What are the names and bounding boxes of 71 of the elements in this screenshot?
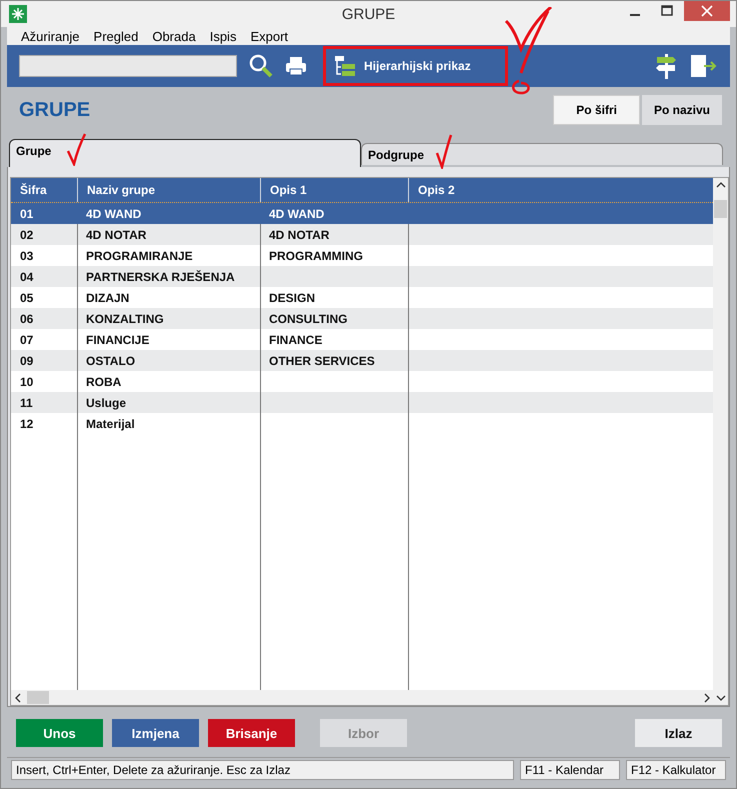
scrollbar-thumb[interactable] [27,691,49,704]
table-cell-text: 4D WAND [85,206,142,223]
action-button[interactable]: Izmjena [112,719,199,747]
table-cell-text: ROBA [85,374,122,391]
search-field[interactable] [19,54,237,77]
status-bar-field: F12 - Kalkulator [626,760,726,780]
table-cell-text: CONSULTING [268,311,348,328]
table-cell-text: 07 [19,332,34,349]
table-cell-text: 11 [19,395,34,412]
menu-item[interactable]: Ažuriranje [21,28,80,44]
column-header[interactable]: Šifra [11,178,77,202]
table-row[interactable]: 06 KONZALTING CONSULTING [11,308,713,329]
close-icon[interactable] [684,1,730,21]
table-cell-text: 01 [19,206,34,223]
page-heading: GRUPE [19,99,90,122]
table-cell-text: 03 [19,248,34,265]
signpost-icon[interactable] [654,52,678,79]
table-row[interactable]: 03 PROGRAMIRANJE PROGRAMMING [11,245,713,266]
status-bar-field: Insert, Ctrl+Enter, Delete za ažuriranje. Esc za Izlaz [11,760,514,780]
table-cell-text: FINANCE [268,332,324,349]
table-cell-text: KONZALTING [85,311,165,328]
table-row[interactable]: 07 FINANCIJE FINANCE [11,329,713,350]
check-mark-drawing [66,132,87,166]
table-row[interactable]: 04 PARTNERSKA RJEŠENJA [11,266,713,287]
tab[interactable]: Grupe [9,139,361,167]
window-title: GRUPE [342,6,396,23]
table-cell-text: DESIGN [268,290,316,307]
sort-button[interactable]: Po nazivu [642,95,722,125]
tree-icon [334,54,356,77]
table-cell-text: Usluge [85,395,128,412]
sort-button[interactable]: Po šifri [553,95,640,125]
table-cell-text: OTHER SERVICES [268,353,376,370]
table-row[interactable]: 10 ROBA [11,371,713,392]
menu-item[interactable]: Obrada [152,28,196,44]
printer-icon[interactable] [285,56,307,76]
action-button[interactable]: Izlaz [635,719,722,747]
table-cell-text: 06 [19,311,34,328]
status-bar-field: F11 - Kalendar [520,760,620,780]
table-row[interactable]: 05 DIZAJN DESIGN [11,287,713,308]
action-button[interactable]: Brisanje [208,719,295,747]
table-row[interactable]: 12 Materijal [11,413,713,434]
table-cell-text: 4D WAND [268,206,326,223]
table-cell-text: 04 [19,269,34,286]
table-cell-text: 12 [19,416,34,433]
table-cell-text: FINANCIJE [85,332,150,349]
table-cell-text: 4D NOTAR [85,227,148,244]
table-cell-text: 09 [19,353,34,370]
menu-item[interactable]: Ispis [210,28,236,44]
table-cell-text: 05 [19,290,34,307]
tab[interactable]: Podgrupe [361,143,723,165]
app-icon [9,5,27,24]
table-cell-text: DIZAJN [85,290,130,307]
table-cell-text: PARTNERSKA RJEŠENJA [85,269,236,286]
scrollbar-thumb[interactable] [714,200,727,218]
table-cell-text: 4D NOTAR [268,227,330,244]
table-cell-text: 02 [19,227,34,244]
check-mark-drawing [435,133,453,169]
action-button[interactable]: Unos [16,719,103,747]
table-cell-text: Materijal [85,416,136,433]
table-row[interactable]: 01 4D WAND 4D WAND [11,202,713,224]
table-cell-text: 10 [19,374,34,391]
exit-door-icon[interactable] [690,54,718,78]
search-icon[interactable] [249,54,273,78]
table-cell-text: OSTALO [85,353,136,370]
table-row[interactable]: 09 OSTALO OTHER SERVICES [11,350,713,371]
table-row[interactable]: 02 4D NOTAR 4D NOTAR [11,224,713,245]
menu-item[interactable]: Pregled [94,28,138,44]
table-row[interactable]: 11 Usluge [11,392,713,413]
table-cell-text: PROGRAMMING [268,248,364,265]
menu-item[interactable]: Export [250,28,288,44]
table-cell-text: PROGRAMIRANJE [85,248,194,265]
